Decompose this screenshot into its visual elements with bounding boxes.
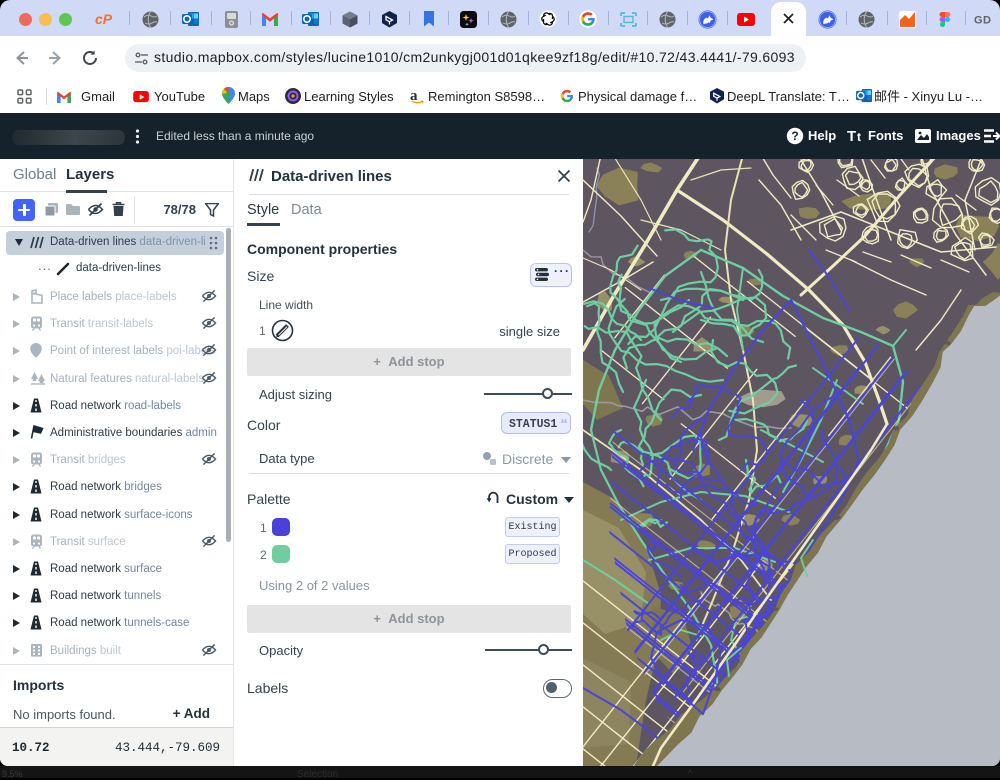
svg-text:GD: GD xyxy=(974,15,992,26)
svg-text:cP: cP xyxy=(95,12,113,26)
svg-text:?: ? xyxy=(791,129,798,143)
svg-text:t: t xyxy=(857,130,861,144)
svg-text:T: T xyxy=(847,128,856,144)
